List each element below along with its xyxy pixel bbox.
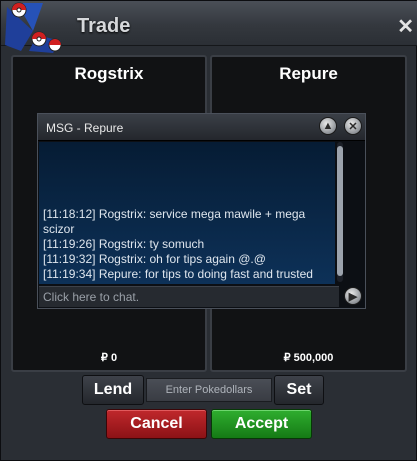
offered-pokedollars: ₽ 0 — [100, 352, 118, 364]
trainer-name: Repure — [279, 64, 338, 83]
chat-messages: [11:18:12] Rogstrix: service mega mawile… — [39, 142, 335, 284]
title-bar[interactable]: Trade ✕ — [1, 1, 417, 53]
chat-input[interactable] — [39, 286, 339, 307]
chevron-up-icon[interactable]: ▲ — [319, 117, 337, 135]
window-title: Trade — [77, 15, 131, 37]
chat-title: MSG - Repure — [46, 121, 124, 135]
chat-header[interactable]: MSG - Repure ▲ ✕ — [38, 114, 365, 141]
chat-message: [11:19:26] Rogstrix: ty somuch — [43, 237, 205, 251]
scrollbar-thumb[interactable] — [337, 146, 343, 276]
lend-button[interactable]: Lend — [82, 375, 144, 405]
chat-window: MSG - Repure ▲ ✕ [11:18:12] Rogstrix: se… — [37, 113, 366, 309]
play-icon[interactable]: ▶ — [344, 287, 362, 305]
trade-window: Trade ✕ Rogstrix ₽ 0 Repure ₽ 500,000 MS… — [0, 0, 417, 461]
pokeball-logo-icon — [5, 2, 62, 53]
chat-message: [11:19:34] Repure: for tips to doing fas… — [43, 267, 313, 281]
pokedollar-amount-input[interactable] — [146, 378, 272, 402]
cancel-button[interactable]: Cancel — [106, 409, 207, 439]
offered-pokedollars: ₽ 500,000 — [283, 352, 334, 364]
close-icon[interactable]: ✕ — [344, 117, 362, 135]
accept-button[interactable]: Accept — [211, 409, 312, 439]
close-window-button[interactable]: ✕ — [397, 17, 414, 37]
chat-message: [11:18:12] Rogstrix: service mega mawile… — [43, 207, 306, 236]
chat-scrollbar[interactable] — [337, 142, 343, 282]
set-button[interactable]: Set — [274, 375, 324, 405]
chat-message: [11:19:32] Rogstrix: oh for tips again @… — [43, 252, 266, 266]
trainer-name: Rogstrix — [74, 64, 144, 83]
